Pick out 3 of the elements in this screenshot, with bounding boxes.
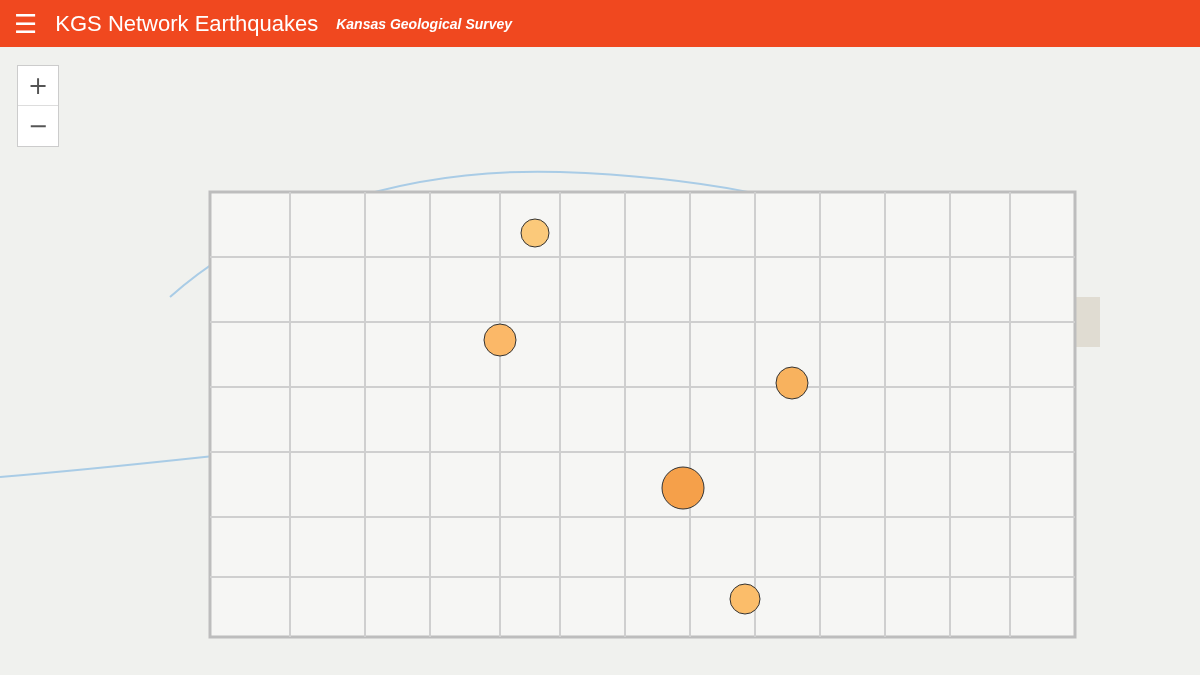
app-subtitle: Kansas Geological Survey bbox=[336, 15, 513, 32]
app-title: KGS Network Earthquakes bbox=[55, 10, 319, 37]
menu-button[interactable]: ☰ bbox=[10, 10, 42, 37]
